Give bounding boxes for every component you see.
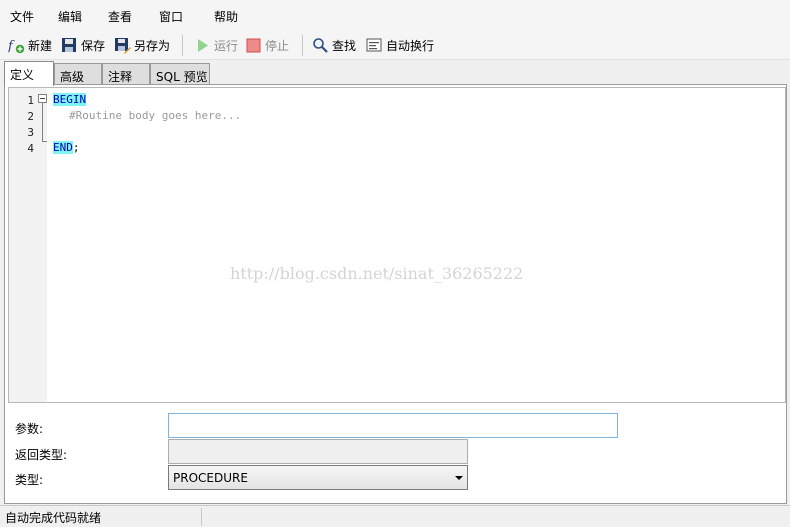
menu-help[interactable]: 帮助 — [214, 8, 238, 25]
menu-bar: 文件 编辑 查看 窗口 帮助 — [0, 0, 790, 30]
stop-icon — [245, 37, 262, 54]
find-button-label: 查找 — [332, 38, 357, 53]
word-wrap-button-label: 自动换行 — [386, 38, 435, 53]
code-line-4: END; — [53, 141, 80, 154]
save-button-label: 保存 — [81, 38, 106, 53]
save-as-button-label: 另存为 — [134, 38, 171, 53]
line-number: 2 — [27, 110, 34, 123]
definition-panel: 1 2 3 4 BEGIN #Routine body goes here...… — [4, 84, 787, 504]
fold-toggle-icon[interactable] — [38, 94, 47, 103]
stop-button-label: 停止 — [265, 38, 290, 53]
type-select-value: PROCEDURE — [173, 471, 248, 485]
save-as-button[interactable]: 另存为 — [114, 35, 170, 55]
run-button[interactable]: 运行 — [194, 35, 238, 55]
line-number: 4 — [27, 142, 34, 155]
begin-keyword: BEGIN — [53, 93, 87, 106]
word-wrap-icon — [366, 37, 383, 54]
type-select[interactable]: PROCEDURE — [168, 465, 468, 490]
line-number: 3 — [27, 126, 34, 139]
line-number: 1 — [27, 94, 34, 107]
tab-bar: 定义 高级 注释 SQL 预览 — [0, 61, 790, 86]
floppy-disk-icon — [61, 37, 78, 54]
code-line-2: #Routine body goes here... — [69, 109, 241, 122]
save-button[interactable]: 保存 — [61, 35, 105, 55]
menu-edit[interactable]: 编辑 — [58, 8, 82, 25]
tab-sql-preview[interactable]: SQL 预览 — [150, 63, 210, 85]
code-editor[interactable]: 1 2 3 4 BEGIN #Routine body goes here...… — [8, 87, 786, 403]
new-button-label: 新建 — [28, 38, 53, 53]
new-button[interactable]: f 新建 — [7, 35, 53, 55]
params-label: 参数: — [15, 422, 44, 436]
tab-definition[interactable]: 定义 — [4, 61, 54, 86]
end-semicolon: ; — [72, 141, 80, 154]
menu-file[interactable]: 文件 — [10, 8, 34, 25]
return-type-label: 返回类型: — [15, 448, 68, 462]
fold-guide — [42, 103, 43, 141]
code-line-1: BEGIN — [53, 93, 87, 106]
end-keyword: END — [53, 141, 73, 154]
find-button[interactable]: 查找 — [312, 35, 356, 55]
menu-window[interactable]: 窗口 — [159, 8, 183, 25]
params-input[interactable] — [168, 413, 618, 438]
word-wrap-button[interactable]: 自动换行 — [366, 35, 434, 55]
return-type-input[interactable] — [168, 439, 468, 464]
run-button-label: 运行 — [214, 38, 239, 53]
function-new-icon: f — [7, 37, 25, 54]
tab-comment[interactable]: 注释 — [102, 63, 150, 85]
floppy-disk-pencil-icon — [114, 37, 131, 54]
toolbar-separator — [302, 35, 303, 56]
menu-view[interactable]: 查看 — [108, 8, 132, 25]
play-icon — [194, 37, 211, 54]
toolbar-separator — [182, 35, 183, 56]
svg-text:f: f — [8, 39, 15, 54]
chevron-down-icon — [455, 476, 463, 480]
status-bar: 自动完成代码就绪 — [0, 505, 790, 527]
tab-advanced[interactable]: 高级 — [54, 63, 102, 85]
watermark-text: http://blog.csdn.net/sinat_36265222 — [230, 264, 524, 283]
type-label: 类型: — [15, 473, 44, 487]
routine-comment: #Routine body goes here... — [69, 109, 242, 122]
toolbar: f 新建 保存 另存为 运行 停止 查找 自动换行 — [0, 30, 790, 60]
stop-button[interactable]: 停止 — [245, 35, 289, 55]
fold-guide-end — [42, 141, 47, 142]
line-number-gutter: 1 2 3 4 — [9, 88, 47, 402]
status-cell-empty — [204, 508, 788, 526]
magnifier-icon — [312, 37, 329, 54]
status-message: 自动完成代码就绪 — [2, 508, 202, 526]
